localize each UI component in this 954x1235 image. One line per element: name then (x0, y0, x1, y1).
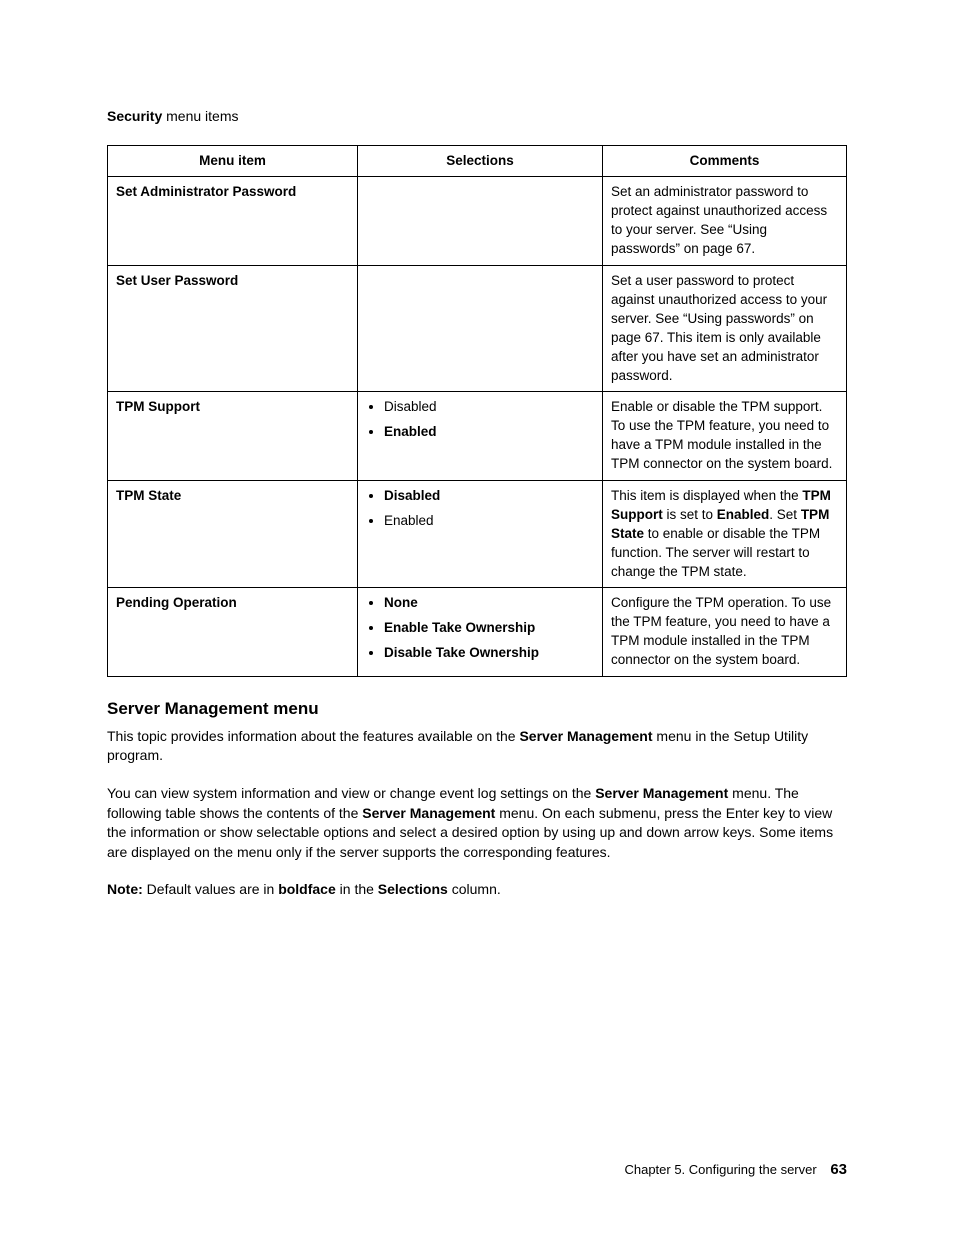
heading-rest: menu items (162, 108, 238, 124)
selection-item: Disable Take Ownership (384, 644, 594, 663)
comments-cell: This item is displayed when the TPM Supp… (603, 480, 847, 587)
table-header-selections: Selections (358, 145, 603, 177)
menu-item-cell: Set Administrator Password (108, 177, 358, 266)
selections-cell: Disabled Enabled (358, 392, 603, 481)
selection-item: None (384, 594, 594, 613)
selection-list: Disabled Enabled (366, 487, 594, 531)
menu-item-cell: Set User Password (108, 266, 358, 392)
heading-bold: Security (107, 108, 162, 124)
menu-item-cell: TPM Support (108, 392, 358, 481)
table-header-menu-item: Menu item (108, 145, 358, 177)
chapter-label: Chapter 5. Configuring the server (624, 1162, 816, 1177)
comments-cell: Enable or disable the TPM support. To us… (603, 392, 847, 481)
selection-item: Enable Take Ownership (384, 619, 594, 638)
selection-item: Enabled (384, 423, 594, 442)
menu-item-cell: TPM State (108, 480, 358, 587)
comments-cell: Configure the TPM operation. To use the … (603, 588, 847, 677)
page-footer: Chapter 5. Configuring the server 63 (624, 1159, 847, 1180)
paragraph-2: You can view system information and view… (107, 784, 847, 862)
selections-cell (358, 177, 603, 266)
table-header-comments: Comments (603, 145, 847, 177)
table-row: TPM State Disabled Enabled This item is dis… (108, 480, 847, 587)
paragraph-1: This topic provides information about th… (107, 727, 847, 766)
table-row: TPM Support Disabled Enabled Enable or disa… (108, 392, 847, 481)
menu-item-cell: Pending Operation (108, 588, 358, 677)
security-menu-table: Menu item Selections Comments Set Admini… (107, 145, 847, 677)
selection-list: Disabled Enabled (366, 398, 594, 442)
selection-item: Enabled (384, 512, 594, 531)
note-paragraph: Note: Default values are in boldface in … (107, 880, 847, 900)
selections-cell: Disabled Enabled (358, 480, 603, 587)
comments-cell: Set an administrator password to protect… (603, 177, 847, 266)
selections-cell: None Enable Take Ownership Disable Take Ow… (358, 588, 603, 677)
selection-item: Disabled (384, 398, 594, 417)
table-row: Pending Operation None Enable Take Ownersh… (108, 588, 847, 677)
security-menu-heading: Security menu items (107, 107, 847, 127)
section-heading: Server Management menu (107, 697, 847, 721)
table-row: Set User Password Set a user password to … (108, 266, 847, 392)
selection-item: Disabled (384, 487, 594, 506)
selection-list: None Enable Take Ownership Disable Take Ow… (366, 594, 594, 663)
selections-cell (358, 266, 603, 392)
page-number: 63 (830, 1161, 847, 1178)
table-row: Set Administrator Password Set an adminis… (108, 177, 847, 266)
comments-cell: Set a user password to protect against u… (603, 266, 847, 392)
